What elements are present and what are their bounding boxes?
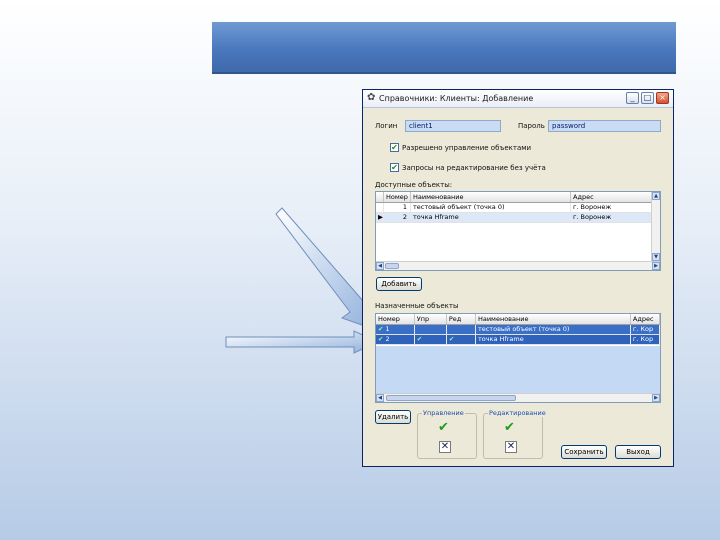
editing-group-title: Редактирование bbox=[488, 409, 547, 417]
manage-check-icon: ✔ bbox=[416, 335, 423, 343]
minimize-button[interactable]: _ bbox=[626, 92, 639, 104]
scroll-thumb[interactable] bbox=[386, 395, 516, 401]
cross-icon[interactable]: ✕ bbox=[505, 441, 517, 453]
assigned-grid-header: Номер Упр Ред Наименование Адрес bbox=[376, 314, 660, 325]
cross-icon[interactable]: ✕ bbox=[439, 441, 451, 453]
row-number: 2 bbox=[385, 335, 390, 343]
available-vertical-scrollbar[interactable]: ▲ ▼ bbox=[651, 192, 660, 261]
row-address: г. Кор bbox=[631, 325, 660, 334]
diagonal-arrow-icon bbox=[275, 207, 377, 331]
column-header[interactable]: Номер bbox=[384, 192, 411, 202]
password-label: Пароль bbox=[518, 122, 545, 130]
save-button[interactable]: Сохранить bbox=[561, 445, 607, 459]
app-icon: ✿ bbox=[367, 92, 376, 103]
row-address: г. Кор bbox=[631, 335, 660, 344]
assigned-objects-title: Назначенные объекты bbox=[375, 302, 459, 310]
row-name: тестовый объект (точка 0) bbox=[411, 203, 571, 212]
column-header[interactable]: Ред bbox=[447, 314, 476, 324]
column-header[interactable]: Упр bbox=[415, 314, 447, 324]
dialog-titlebar: ✿ Справочники: Клиенты: Добавление _ □ × bbox=[363, 90, 673, 108]
column-header[interactable]: Номер bbox=[376, 314, 415, 324]
row-address: г. Воронеж bbox=[571, 203, 653, 212]
available-objects-grid: Номер Наименование Адрес 1 тестовый объе… bbox=[375, 191, 661, 271]
column-header[interactable]: Наименование bbox=[411, 192, 571, 202]
row-edit[interactable]: ✔ bbox=[447, 335, 476, 344]
login-label: Логин bbox=[375, 122, 398, 130]
row-marker bbox=[376, 203, 384, 212]
table-row[interactable]: ▶ 2 точка Hframe г. Воронеж bbox=[376, 213, 660, 223]
delete-button[interactable]: Удалить bbox=[375, 410, 411, 424]
table-row[interactable]: 1 тестовый объект (точка 0) г. Воронеж bbox=[376, 203, 660, 213]
row-number-cell: ✔ 1 bbox=[376, 325, 415, 334]
scroll-left-icon[interactable]: ◀ bbox=[376, 394, 384, 402]
row-number-cell: ✔ 2 bbox=[376, 335, 415, 344]
row-number: 1 bbox=[385, 325, 390, 333]
available-objects-title: Доступные объекты: bbox=[375, 181, 453, 189]
scroll-left-icon[interactable]: ◀ bbox=[376, 262, 384, 270]
editing-group: Редактирование ✔ ✕ bbox=[483, 409, 547, 459]
edit-check-icon: ✔ bbox=[448, 335, 455, 343]
allow-manage-label: Разрешено управление объектами bbox=[402, 144, 532, 152]
exit-button[interactable]: Выход bbox=[615, 445, 661, 459]
maximize-button[interactable]: □ bbox=[641, 92, 654, 104]
check-icon: ✔ bbox=[378, 335, 384, 343]
table-row[interactable]: ✔ 1 тестовый объект (точка 0) г. Кор bbox=[376, 325, 660, 335]
scroll-up-icon[interactable]: ▲ bbox=[652, 192, 660, 200]
row-marker: ▶ bbox=[378, 213, 384, 222]
scroll-right-icon[interactable]: ▶ bbox=[652, 394, 660, 402]
assigned-horizontal-scrollbar[interactable]: ◀ ▶ bbox=[376, 393, 660, 402]
check-icon[interactable]: ✔ bbox=[504, 421, 515, 434]
scroll-down-icon[interactable]: ▼ bbox=[652, 253, 660, 261]
row-number: 2 bbox=[384, 213, 411, 222]
row-name: тестовый объект (точка 0) bbox=[476, 325, 631, 334]
password-field[interactable]: password bbox=[548, 120, 661, 132]
table-row[interactable]: ✔ 2 ✔ ✔ точка Hframe г. Кор bbox=[376, 335, 660, 345]
scroll-right-icon[interactable]: ▶ bbox=[652, 262, 660, 270]
check-icon[interactable]: ✔ bbox=[438, 421, 449, 434]
allow-manage-checkbox[interactable]: ✔ bbox=[390, 143, 399, 152]
dialog-title: Справочники: Клиенты: Добавление bbox=[379, 94, 534, 103]
row-name: точка Hframe bbox=[411, 213, 571, 222]
row-name: точка Hframe bbox=[476, 335, 631, 344]
column-header[interactable]: Адрес bbox=[571, 192, 653, 202]
row-manage[interactable]: ✔ bbox=[415, 335, 447, 344]
row-address: г. Воронеж bbox=[571, 213, 653, 222]
row-number: 1 bbox=[384, 203, 411, 212]
management-group-title: Управление bbox=[422, 409, 465, 417]
edit-requests-checkbox[interactable]: ✔ bbox=[390, 163, 399, 172]
empty-grid-area bbox=[376, 346, 660, 393]
column-header[interactable]: Адрес bbox=[631, 314, 660, 324]
assigned-objects-grid: Номер Упр Ред Наименование Адрес ✔ 1 тес… bbox=[375, 313, 661, 403]
management-group: Управление ✔ ✕ bbox=[417, 409, 477, 459]
horizontal-arrow-icon bbox=[225, 330, 380, 354]
column-header[interactable] bbox=[376, 192, 384, 202]
close-button[interactable]: × bbox=[656, 92, 669, 104]
add-button[interactable]: Добавить bbox=[376, 277, 422, 291]
login-field[interactable]: client1 bbox=[405, 120, 501, 132]
row-edit[interactable] bbox=[447, 325, 476, 334]
scroll-thumb[interactable] bbox=[385, 263, 399, 269]
column-header[interactable]: Наименование bbox=[476, 314, 631, 324]
row-manage[interactable] bbox=[415, 325, 447, 334]
edit-requests-label: Запросы на редактирование без учёта bbox=[402, 164, 546, 172]
available-grid-header: Номер Наименование Адрес bbox=[376, 192, 660, 203]
client-add-dialog: ✿ Справочники: Клиенты: Добавление _ □ ×… bbox=[362, 89, 674, 467]
available-horizontal-scrollbar[interactable]: ◀ ▶ bbox=[376, 261, 660, 270]
check-icon: ✔ bbox=[378, 325, 384, 333]
